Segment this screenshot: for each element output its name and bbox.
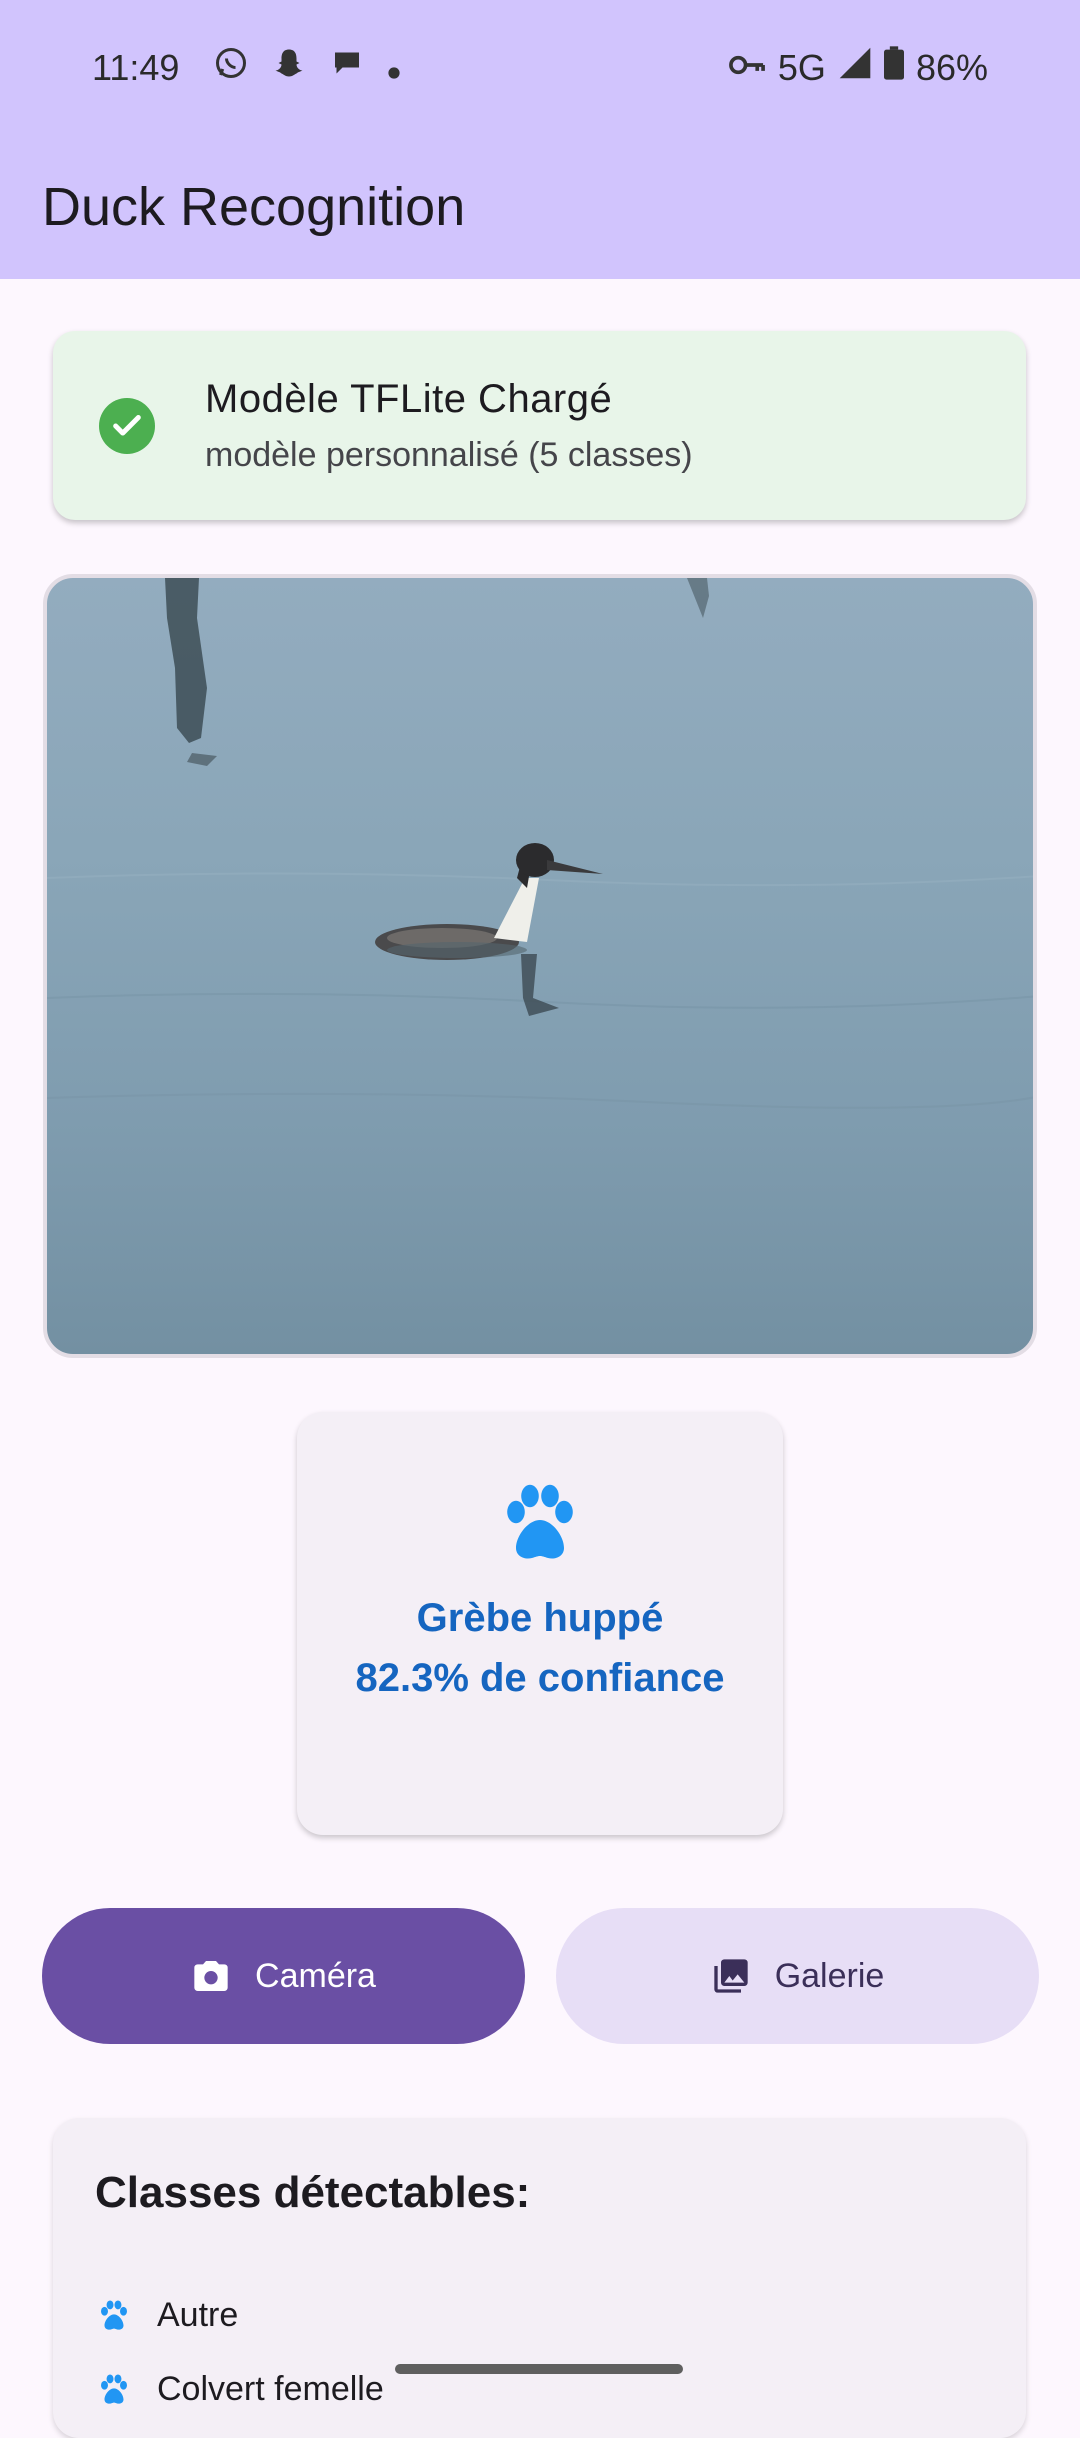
status-bar: 11:49 5G 86% xyxy=(0,0,1080,135)
classes-title: Classes détectables: xyxy=(95,2168,531,2217)
selected-photo xyxy=(43,574,1037,1358)
class-item: Colvert femelle xyxy=(95,2370,384,2409)
vpn-key-icon xyxy=(728,47,766,89)
status-time: 11:49 xyxy=(92,46,180,88)
battery-icon xyxy=(883,46,904,89)
paw-icon xyxy=(101,2299,127,2330)
paw-icon xyxy=(492,1476,588,1577)
app-title: Duck Recognition xyxy=(42,177,466,237)
model-status-card: Modèle TFLite Chargé modèle personnalisé… xyxy=(53,331,1026,520)
paw-icon xyxy=(101,2373,127,2404)
model-status-title: Modèle TFLite Chargé xyxy=(205,376,613,421)
result-species: Grèbe huppé xyxy=(416,1596,664,1640)
whatsapp-icon xyxy=(213,45,249,90)
home-indicator[interactable] xyxy=(395,2364,683,2374)
grebe-photo-illustration xyxy=(47,578,1033,1109)
battery-percent: 86% xyxy=(915,46,988,88)
camera-icon xyxy=(194,1961,228,1991)
gallery-button-label: Galerie xyxy=(774,1956,885,1995)
class-item: Autre xyxy=(95,2296,238,2335)
app-bar: Duck Recognition xyxy=(0,135,1080,279)
chat-bubble-icon xyxy=(329,45,365,90)
signal-icon xyxy=(838,46,872,89)
result-card: Grèbe huppé 82.3% de confiance xyxy=(297,1412,783,1835)
class-label: Colvert femelle xyxy=(157,2370,384,2408)
check-circle-icon xyxy=(99,397,155,454)
result-confidence: 82.3% de confiance xyxy=(355,1656,725,1700)
snapchat-icon xyxy=(271,45,307,90)
gallery-icon xyxy=(714,1959,748,1993)
dot-icon xyxy=(387,47,401,89)
class-label: Autre xyxy=(157,2296,239,2334)
network-type: 5G xyxy=(777,46,826,88)
model-status-subtitle: modèle personnalisé (5 classes) xyxy=(205,435,693,474)
gallery-button[interactable]: Galerie xyxy=(556,1908,1039,2044)
camera-button-label: Caméra xyxy=(255,1956,376,1995)
camera-button[interactable]: Caméra xyxy=(42,1908,525,2044)
classes-card: Classes détectables: Autre Colvert femel… xyxy=(53,2118,1026,2438)
